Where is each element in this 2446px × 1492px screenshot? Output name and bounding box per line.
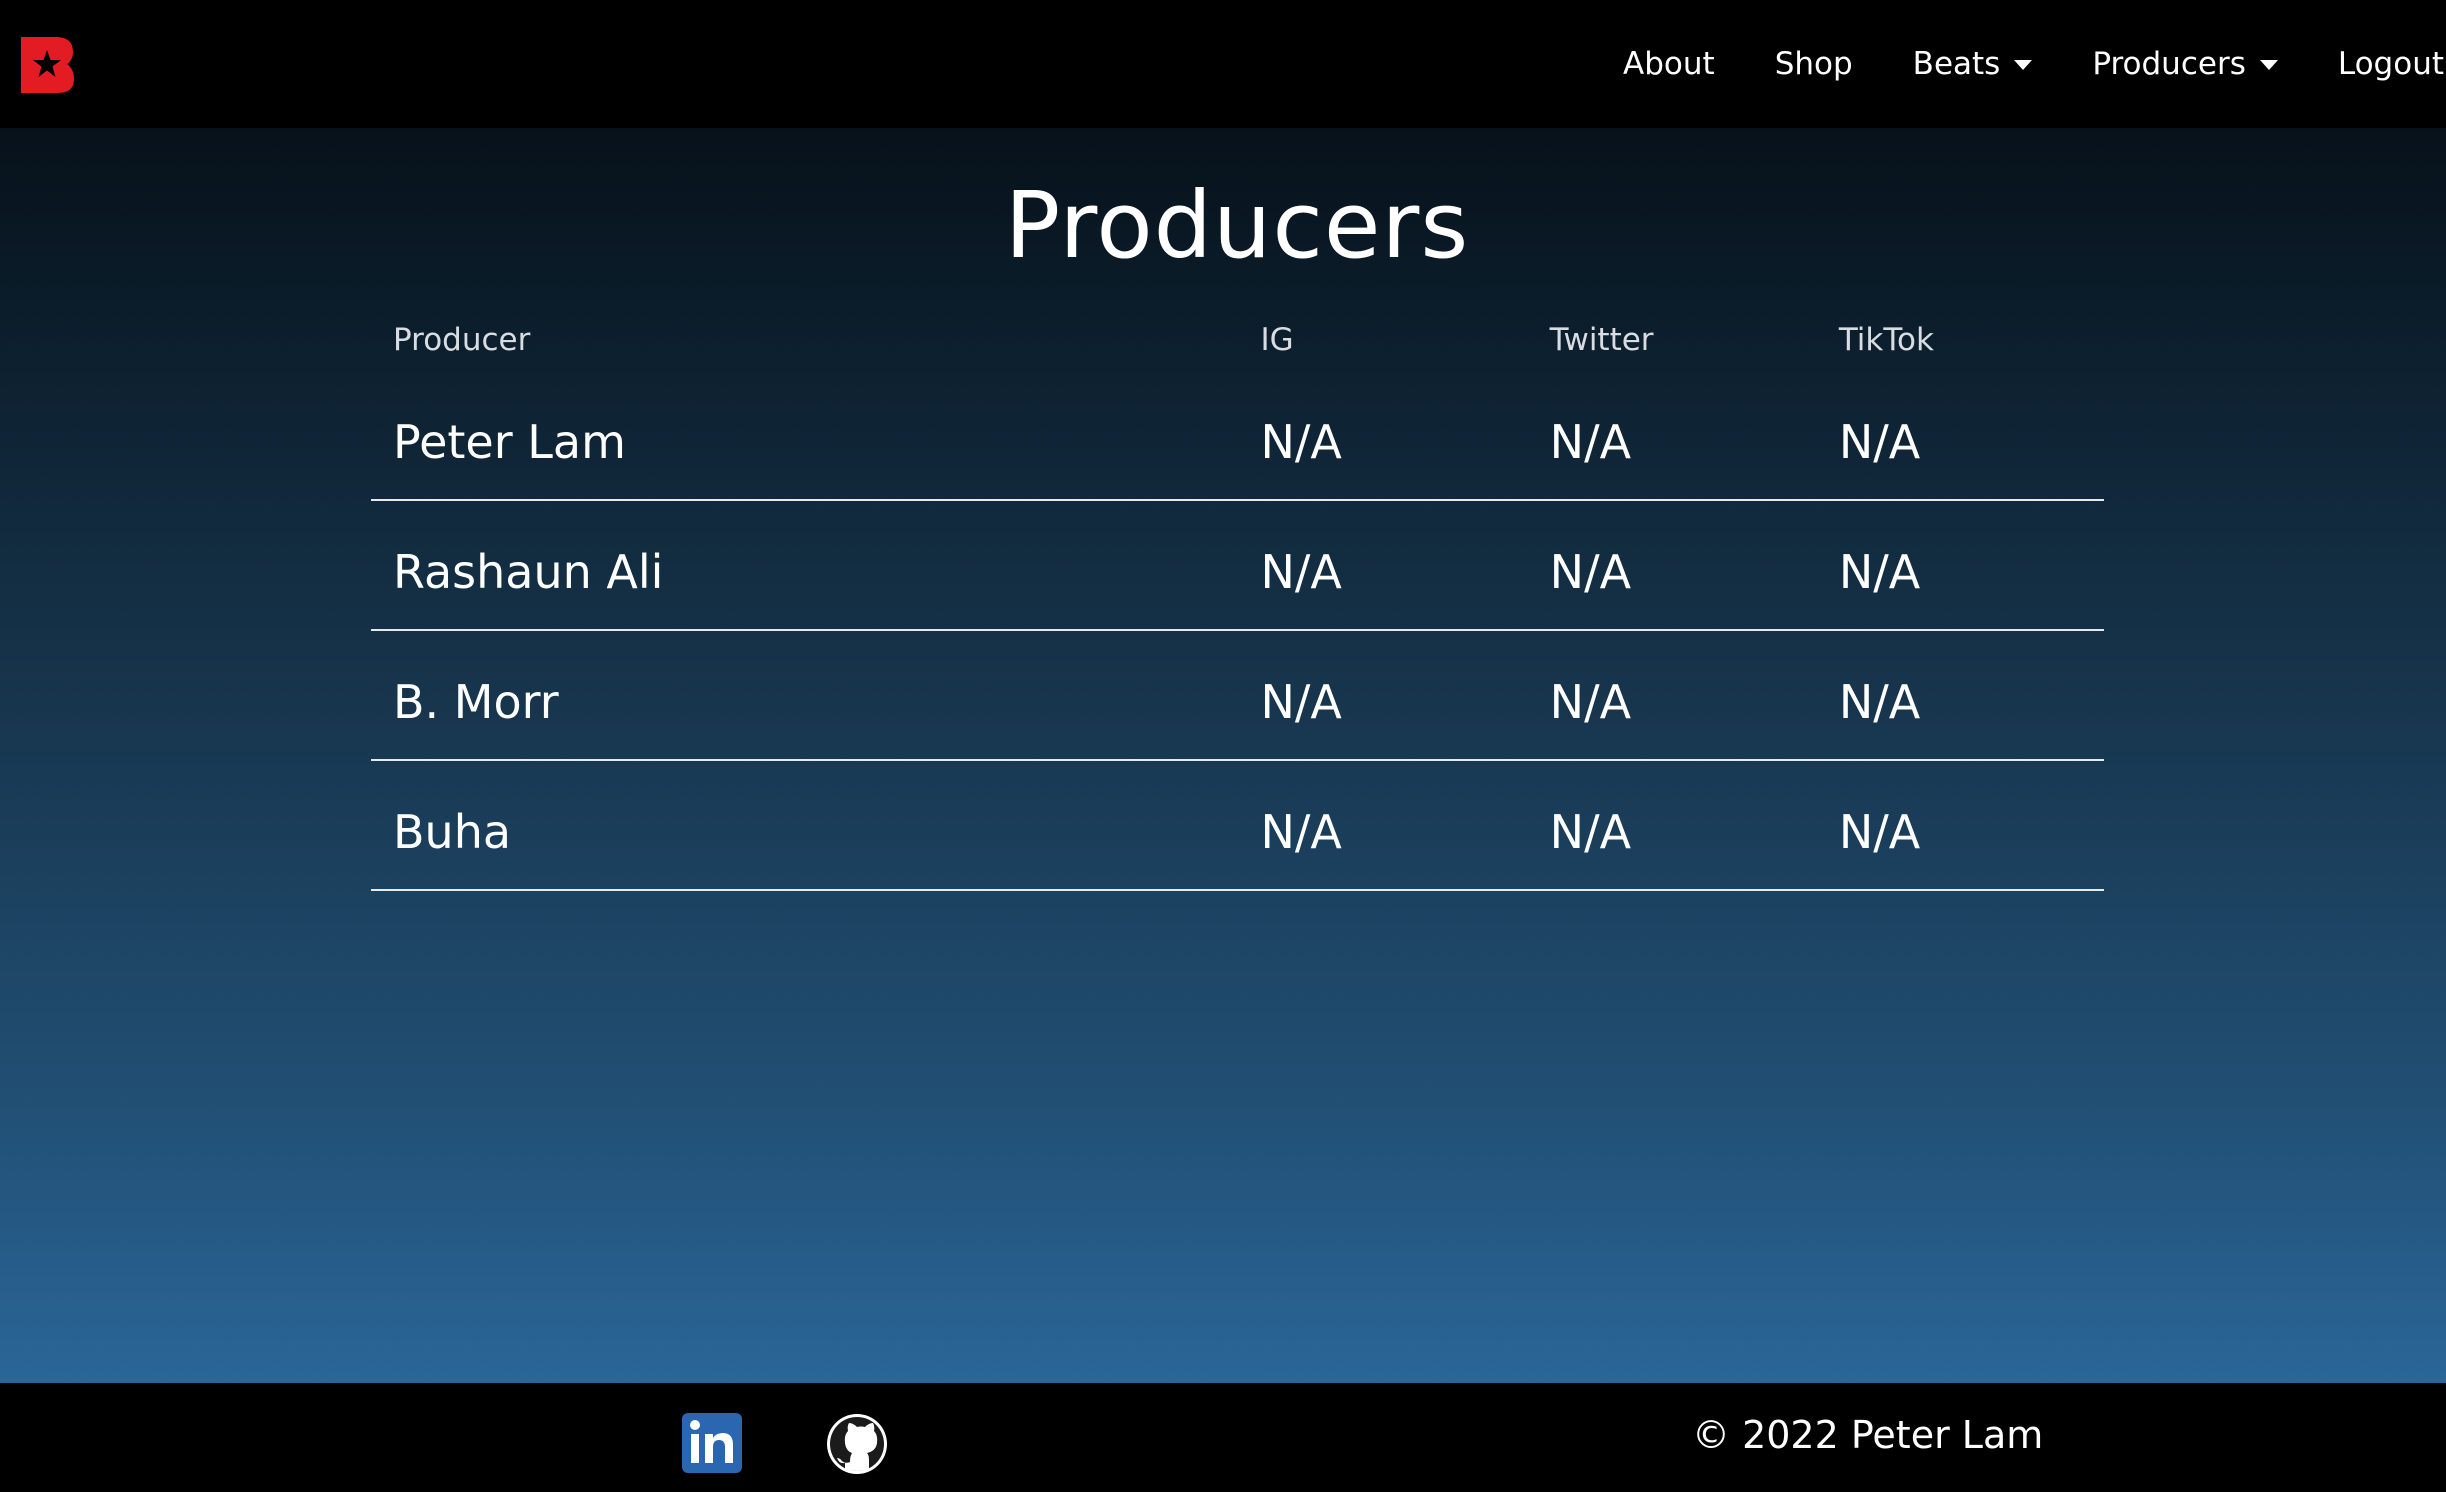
table-row: Rashaun Ali N/A N/A N/A	[371, 500, 2104, 631]
linkedin-icon[interactable]	[682, 1413, 742, 1473]
producer-name-cell: Buha	[371, 760, 1239, 891]
table-row: Buha N/A N/A N/A	[371, 760, 2104, 891]
ig-cell: N/A	[1238, 630, 1528, 761]
table-row: B. Morr N/A N/A N/A	[371, 630, 2104, 761]
caret-down-icon	[2014, 60, 2033, 70]
nav-link-logout[interactable]: Logout	[2338, 46, 2444, 82]
page-title: Producers	[1004, 172, 1470, 279]
nav-links: About Shop Beats Producers Logout	[1623, 0, 2446, 128]
beatstars-logo-icon[interactable]	[18, 34, 76, 96]
copyright-text: © 2022 Peter Lam	[1692, 1413, 2044, 1457]
nav-dropdown-producers[interactable]: Producers	[2092, 46, 2278, 82]
twitter-cell: N/A	[1527, 630, 1817, 761]
nav-link-about[interactable]: About	[1623, 46, 1715, 82]
column-header-producer: Producer	[393, 322, 531, 358]
producer-name-cell: B. Morr	[371, 630, 1239, 761]
tiktok-cell: N/A	[1816, 370, 2104, 501]
column-header-twitter: Twitter	[1549, 322, 1654, 358]
navbar: About Shop Beats Producers Logout	[0, 0, 2446, 128]
nav-link-shop[interactable]: Shop	[1775, 46, 1853, 82]
ig-cell: N/A	[1238, 500, 1528, 631]
caret-down-icon	[2259, 60, 2278, 70]
twitter-cell: N/A	[1527, 760, 1817, 891]
nav-dropdown-beats[interactable]: Beats	[1913, 46, 2033, 82]
column-header-ig: IG	[1260, 322, 1294, 358]
tiktok-cell: N/A	[1816, 630, 2104, 761]
table-header-row: Producer IG Twitter TikTok	[371, 310, 2104, 370]
ig-cell: N/A	[1238, 370, 1528, 501]
producers-table: Producer IG Twitter TikTok Peter Lam N/A…	[371, 310, 2104, 891]
producer-name-cell: Peter Lam	[371, 370, 1239, 501]
tiktok-cell: N/A	[1816, 500, 2104, 631]
twitter-cell: N/A	[1527, 370, 1817, 501]
footer: © 2022 Peter Lam	[0, 1383, 2446, 1492]
tiktok-cell: N/A	[1816, 760, 2104, 891]
nav-dropdown-producers-label: Producers	[2092, 46, 2246, 82]
column-header-tiktok: TikTok	[1838, 322, 1934, 358]
ig-cell: N/A	[1238, 760, 1528, 891]
twitter-cell: N/A	[1527, 500, 1817, 631]
producer-name-cell: Rashaun Ali	[371, 500, 1239, 631]
github-icon[interactable]	[826, 1413, 888, 1475]
table-row: Peter Lam N/A N/A N/A	[371, 370, 2104, 501]
nav-dropdown-beats-label: Beats	[1912, 46, 2001, 82]
